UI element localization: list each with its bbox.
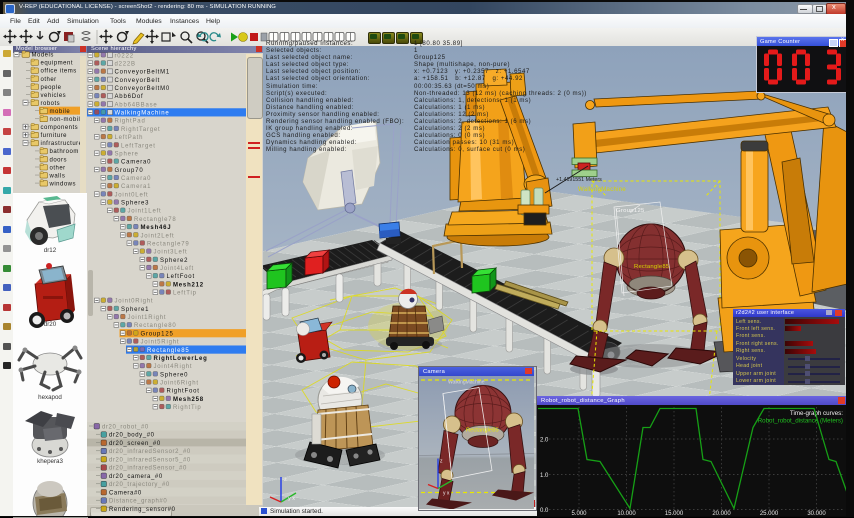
svg-text:WalkingMachine: WalkingMachine (578, 187, 626, 193)
svg-text:dr20_infraredSensor5_#0: dr20_infraredSensor5_#0 (109, 457, 191, 463)
svg-text:components: components (41, 125, 79, 131)
svg-text:0.0: 0.0 (540, 508, 549, 514)
svg-text:Camera#0: Camera#0 (109, 490, 142, 496)
svg-text:dr20_infraredSensor_#0: dr20_infraredSensor_#0 (109, 466, 187, 472)
svg-text:furniture: furniture (41, 133, 68, 139)
svg-text:Rectangle78: Rectangle78 (134, 217, 177, 223)
svg-text:Rectangle85: Rectangle85 (466, 427, 499, 433)
svg-text:Sphere2: Sphere2 (160, 258, 188, 264)
svg-text:Robot_robot_distance (Meters): Robot_robot_distance (Meters) (758, 417, 843, 424)
svg-text:dr20_camera_#0: dr20_camera_#0 (109, 474, 163, 480)
svg-text:Joint0Right: Joint0Right (115, 299, 154, 305)
svg-text:Rendering_sensor#0: Rendering_sensor#0 (109, 507, 176, 513)
svg-text:robots: robots (41, 101, 61, 107)
svg-text:y x: y x (443, 490, 450, 496)
svg-text:Joint4Left: Joint4Left (160, 266, 194, 272)
svg-text:Mesh212: Mesh212 (173, 282, 204, 288)
svg-text:dr20_infraredSensor2_#0: dr20_infraredSensor2_#0 (109, 449, 191, 455)
svg-text:Joint6Right: Joint6Right (160, 381, 199, 387)
svg-text:Group70: Group70 (115, 168, 144, 174)
svg-text:2.0: 2.0 (540, 437, 549, 443)
svg-text:people: people (41, 85, 62, 91)
svg-text:dr20_screen_#0: dr20_screen_#0 (109, 441, 161, 447)
svg-text:RightFoot: RightFoot (167, 389, 200, 395)
svg-text:WalkingMachine: WalkingMachine (115, 111, 170, 117)
svg-text:ConveyorBeltM0: ConveyorBeltM0 (115, 86, 171, 92)
svg-text:Camera0: Camera0 (121, 176, 151, 182)
svg-text:equipment: equipment (41, 61, 74, 67)
svg-text:y x: y x (288, 496, 295, 502)
svg-text:office items: office items (41, 69, 77, 75)
svg-text:LeftFoot: LeftFoot (167, 274, 195, 280)
svg-text:Rectangle85: Rectangle85 (147, 348, 190, 354)
svg-text:infrastructure: infrastructure (41, 141, 83, 147)
svg-text:mobile: mobile (50, 109, 71, 115)
svg-text:Group125: Group125 (141, 331, 174, 337)
svg-text:ConveyorBelt: ConveyorBelt (115, 78, 161, 84)
svg-text:Camera1: Camera1 (121, 184, 151, 190)
svg-text:bathroom: bathroom (50, 149, 79, 155)
svg-text:z: z (284, 477, 287, 483)
svg-text:LeftPath: LeftPath (115, 135, 144, 141)
svg-text:walls: walls (49, 173, 66, 179)
svg-text:Distance_graph#0: Distance_graph#0 (109, 499, 167, 505)
svg-text:r0222: r0222 (115, 53, 134, 59)
svg-text:other: other (50, 165, 66, 171)
svg-text:Joint2Left: Joint2Left (141, 233, 175, 239)
svg-text:Rectangle80: Rectangle80 (134, 323, 177, 329)
svg-text:Sphere1: Sphere1 (121, 307, 149, 313)
svg-text:Models: Models (32, 53, 54, 59)
svg-text:RightLowerLeg: RightLowerLeg (154, 356, 208, 362)
svg-text:dr20_robot_#0: dr20_robot_#0 (102, 424, 149, 430)
svg-text:Sphere0: Sphere0 (160, 372, 188, 378)
svg-text:Abb64BBase: Abb64BBase (115, 102, 158, 108)
svg-text:+1.4191551 Meters: +1.4191551 Meters (556, 177, 602, 183)
svg-text:Joint4Right: Joint4Right (154, 364, 193, 370)
svg-text:dr20_body_#0: dr20_body_#0 (109, 433, 155, 439)
svg-text:Group125: Group125 (616, 208, 645, 214)
svg-text:Sphere3: Sphere3 (121, 201, 149, 207)
svg-text:Joint1Right: Joint1Right (128, 315, 167, 321)
svg-text:RightTip: RightTip (173, 405, 202, 411)
svg-text:dr20_trajectory_#0: dr20_trajectory_#0 (109, 482, 170, 488)
svg-text:Rectangle79: Rectangle79 (147, 241, 190, 247)
svg-text:doors: doors (50, 157, 68, 163)
svg-text:other: other (41, 77, 57, 83)
svg-text:LeftTip: LeftTip (173, 291, 197, 297)
svg-text:Mesh258: Mesh258 (173, 397, 204, 403)
svg-text:LeftTarget: LeftTarget (121, 143, 156, 149)
svg-text:Joint1Left: Joint1Left (128, 209, 162, 215)
svg-text:Camera0: Camera0 (121, 160, 151, 166)
svg-text:Sphere: Sphere (115, 151, 139, 157)
svg-text:ConveyorBeltM1: ConveyorBeltM1 (115, 70, 171, 76)
svg-text:d222B: d222B (115, 61, 136, 67)
svg-text:RightTarget: RightTarget (121, 127, 160, 133)
svg-text:Rectangle85: Rectangle85 (634, 264, 670, 270)
svg-text:windows: windows (49, 181, 77, 187)
svg-text:vehicles: vehicles (41, 93, 67, 99)
svg-text:Joint5Right: Joint5Right (141, 340, 180, 346)
svg-text:Joint3Left: Joint3Left (154, 250, 188, 256)
svg-text:1.0: 1.0 (540, 473, 549, 479)
svg-text:Mesh46J: Mesh46J (141, 225, 172, 231)
svg-text:Joint0Left: Joint0Left (115, 192, 149, 198)
svg-text:RightPad: RightPad (115, 119, 146, 125)
svg-text:Abb6Dof: Abb6Dof (115, 94, 144, 100)
